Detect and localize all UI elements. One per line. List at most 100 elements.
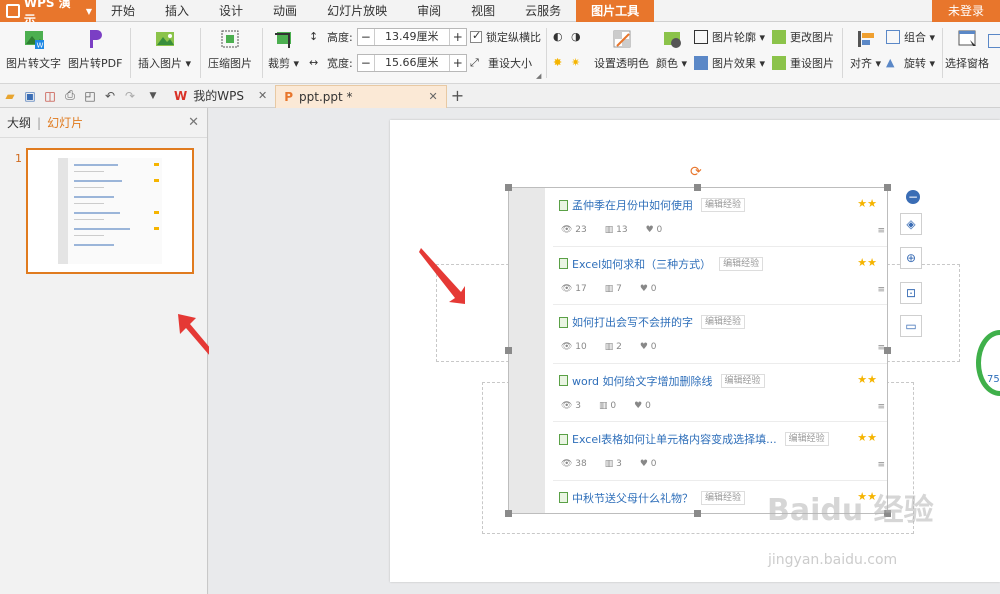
tab-insert[interactable]: 插入 <box>150 0 204 22</box>
star-rating-icon: ★★ <box>857 372 877 386</box>
resize-handle-w[interactable] <box>505 347 512 354</box>
item-title: Excel如何求和（三种方式） 编辑经验 <box>559 256 764 272</box>
redo-icon[interactable]: ↷ <box>120 86 140 106</box>
tab-outline[interactable]: 大纲 <box>7 114 31 131</box>
resize-handle-ne[interactable] <box>884 184 891 191</box>
print-icon[interactable]: ⎙ <box>60 86 80 106</box>
rotate-icon: ▲ <box>886 56 895 69</box>
tab-slides[interactable]: 幻灯片 <box>47 114 83 131</box>
pic-to-pdf-button[interactable]: 图片转PDF <box>68 28 122 71</box>
resize-handle-e[interactable] <box>884 347 891 354</box>
picture-effect-button[interactable]: 图片效果 ▾ <box>694 54 765 72</box>
save-icon[interactable]: ▣ <box>20 86 40 106</box>
width-value[interactable]: 15.66厘米 <box>373 55 450 71</box>
item-stats: 👁 17 ▥ 7 ♥ 0 <box>561 283 657 294</box>
picture-outline-button[interactable]: 图片轮廓 ▾ <box>694 28 765 46</box>
align-button[interactable]: 对齐 ▾ <box>850 28 881 71</box>
tab-animation[interactable]: 动画 <box>258 0 312 22</box>
group-button[interactable]: 组合 ▾ <box>886 28 935 46</box>
size-dialog-launcher-icon[interactable]: ◢ <box>536 72 541 80</box>
item-menu-icon: ≡ <box>877 460 885 470</box>
list-item: 孟仲季在月份中如何使用 编辑经验 ★★ 👁 23 ▥ 13 ♥ 0 ≡ <box>553 188 887 247</box>
resize-handle-s[interactable] <box>694 510 701 517</box>
list-item: Excel如何求和（三种方式） 编辑经验 ★★ 👁 17 ▥ 7 ♥ 0 ≡ <box>553 247 887 305</box>
doc-icon <box>559 316 568 328</box>
height-decrease-button[interactable]: − <box>358 29 374 45</box>
width-row: ↔ 宽度: − 15.66厘米 + <box>309 54 467 72</box>
menu-bar: WPS 演示 ▼ 开始 插入 设计 动画 幻灯片放映 审阅 视图 云服务 图片工… <box>0 0 1000 27</box>
list-item: Excel表格如何让单元格内容变成选择填... 编辑经验 ★★ 👁 38 ▥ 3 ♥ … <box>553 422 887 481</box>
width-increase-button[interactable]: + <box>450 55 466 71</box>
color-picture-icon <box>663 32 681 48</box>
tab-design[interactable]: 设计 <box>204 0 258 22</box>
zoom-in-icon[interactable]: ⊕ <box>900 247 922 269</box>
selected-picture[interactable]: 孟仲季在月份中如何使用 编辑经验 ★★ 👁 23 ▥ 13 ♥ 0 ≡ Excel如何… <box>508 187 888 514</box>
login-button[interactable]: 未登录 <box>932 0 1000 22</box>
item-stats: 👁 23 ▥ 13 ♥ 0 <box>561 225 663 235</box>
customize-dropdown-icon[interactable]: ▼ <box>140 86 166 106</box>
height-spinner[interactable]: − 13.49厘米 + <box>356 28 467 46</box>
insert-picture-button[interactable]: 插入图片 ▾ <box>138 28 191 71</box>
reset-picture-label: 重设图片 <box>790 57 834 70</box>
tab-start[interactable]: 开始 <box>96 0 150 22</box>
more-tools-button[interactable] <box>988 32 1000 50</box>
crop-picture-icon[interactable]: ⊡ <box>900 282 922 304</box>
reset-size-button[interactable]: ⤢ 重设大小 <box>470 54 532 72</box>
checkbox-checked-icon <box>470 29 482 43</box>
compress-picture-icon <box>221 30 239 48</box>
tab-cloud[interactable]: 云服务 <box>510 0 576 22</box>
picture-edit-icon[interactable]: ▭ <box>900 315 922 337</box>
width-decrease-button[interactable]: − <box>358 55 374 71</box>
tab-divider: | <box>37 115 42 130</box>
change-picture-button[interactable]: 更改图片 <box>772 28 834 46</box>
lock-ratio-checkbox[interactable]: 锁定纵横比 <box>470 28 541 46</box>
transparent-color-icon <box>613 30 630 48</box>
tab-picture-tools[interactable]: 图片工具 <box>576 0 655 22</box>
contrast-buttons[interactable]: ◐ ◑ <box>553 28 585 46</box>
rotate-button[interactable]: ▲ 旋转 ▾ <box>886 54 935 72</box>
height-increase-button[interactable]: + <box>450 29 466 45</box>
tab-view[interactable]: 视图 <box>456 0 510 22</box>
collapse-toolbar-icon[interactable]: − <box>906 190 920 204</box>
slide-thumbnail[interactable] <box>26 148 194 274</box>
item-title: 中秋节送父母什么礼物？ 编辑经验 <box>559 490 746 506</box>
reset-picture-button[interactable]: 重设图片 <box>772 54 834 72</box>
tab-my-wps[interactable]: W 我的WPS ✕ <box>166 85 275 107</box>
brightness-buttons[interactable]: ✸ ✷ <box>553 54 585 72</box>
tab-review[interactable]: 审阅 <box>402 0 456 22</box>
resize-handle-n[interactable] <box>694 184 701 191</box>
picture-outline-icon <box>694 30 708 44</box>
app-menu-button[interactable]: WPS 演示 ▼ <box>0 0 96 27</box>
height-label: 高度: <box>327 31 353 44</box>
new-tab-icon[interactable]: + <box>451 86 464 105</box>
resize-handle-nw[interactable] <box>505 184 512 191</box>
crop-label: 裁剪 ▾ <box>268 57 300 70</box>
resize-handle-sw[interactable] <box>505 510 512 517</box>
wps-brand-icon: W <box>174 88 188 103</box>
print-preview-icon[interactable]: ◰ <box>80 86 100 106</box>
watermark-url: jingyan.baidu.com <box>768 552 898 568</box>
layers-icon[interactable]: ◈ <box>900 213 922 235</box>
rotate-handle-icon[interactable]: ⟳ <box>690 164 702 180</box>
set-transparent-button[interactable]: 设置透明色 <box>594 28 649 71</box>
height-value[interactable]: 13.49厘米 <box>373 29 450 45</box>
select-pane-button[interactable]: 选择窗格 <box>945 28 989 71</box>
change-picture-label: 更改图片 <box>790 31 834 44</box>
picture-outline-label: 图片轮廓 ▾ <box>712 31 766 44</box>
tab-slideshow[interactable]: 幻灯片放映 <box>312 0 402 22</box>
compress-picture-button[interactable]: 压缩图片 <box>208 28 252 71</box>
export-pdf-icon[interactable]: ◫ <box>40 86 60 106</box>
pic-to-text-button[interactable]: W 图片转文字 <box>6 28 61 71</box>
color-button[interactable]: 颜色 ▾ <box>656 28 687 71</box>
close-panel-icon[interactable]: ✕ <box>188 115 199 130</box>
crop-button[interactable]: 裁剪 ▾ <box>268 28 299 71</box>
change-picture-icon <box>772 30 786 44</box>
close-tab-icon[interactable]: ✕ <box>429 90 438 103</box>
tab-document[interactable]: P ppt.ppt * ✕ <box>275 84 447 108</box>
width-spinner[interactable]: − 15.66厘米 + <box>356 54 467 72</box>
gauge-value: 75 <box>987 374 1000 385</box>
close-tab-icon[interactable]: ✕ <box>258 89 267 102</box>
list-item: 如何打出会写不会拼的字 编辑经验 👁 10 ▥ 2 ♥ 0 ≡ <box>553 305 887 364</box>
undo-icon[interactable]: ↶ <box>100 86 120 106</box>
open-folder-icon[interactable]: ▰ <box>0 86 20 106</box>
